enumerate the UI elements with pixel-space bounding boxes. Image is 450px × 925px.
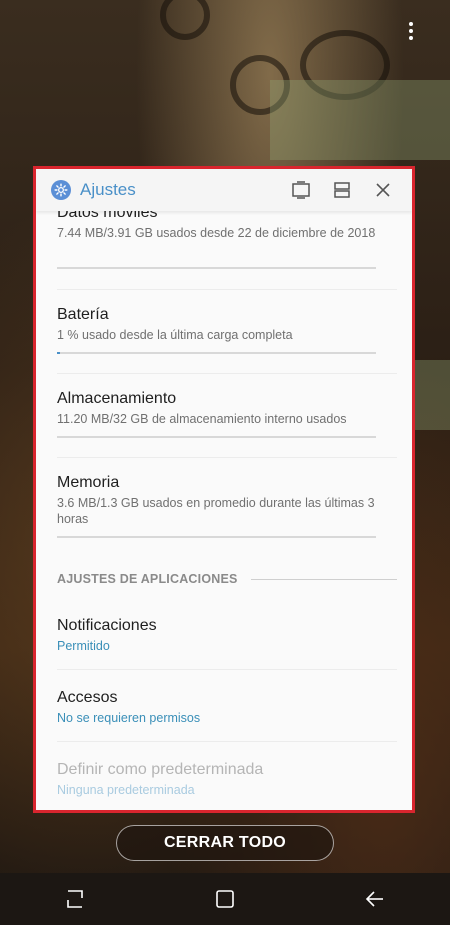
item-title: Accesos	[57, 689, 118, 706]
list-item-notifications[interactable]: Notificaciones Permitido	[57, 617, 376, 653]
divider	[57, 457, 397, 458]
close-icon	[376, 183, 390, 197]
split-screen-button[interactable]	[330, 178, 354, 202]
mobile-data-usage-bar	[57, 267, 376, 269]
wallpaper-ornament	[160, 0, 210, 40]
divider	[57, 289, 397, 290]
memory-usage-bar	[57, 536, 376, 538]
popup-view-icon	[292, 181, 310, 199]
item-title: Almacenamiento	[57, 390, 177, 407]
list-item-battery[interactable]: Batería 1 % usado desde la última carga …	[57, 306, 376, 343]
item-value: Ninguna predeterminada	[57, 783, 195, 797]
divider	[57, 669, 397, 670]
navigation-bar	[0, 873, 450, 925]
item-title: Batería	[57, 306, 109, 323]
back-button[interactable]	[360, 884, 390, 914]
item-subtitle: 3.6 MB/1.3 GB usados en promedio durante…	[57, 496, 375, 526]
wallpaper-panel	[415, 360, 450, 430]
item-title: Definir como predeterminada	[57, 761, 264, 778]
close-all-button[interactable]: CERRAR TODO	[116, 825, 334, 861]
item-title: Memoria	[57, 474, 120, 491]
recent-apps-button[interactable]	[60, 884, 90, 914]
settings-content: Datos móviles 7.44 MB/3.91 GB usados des…	[36, 204, 412, 810]
list-item-permissions[interactable]: Accesos No se requieren permisos	[57, 689, 376, 725]
popup-view-button[interactable]	[289, 178, 313, 202]
list-item-storage[interactable]: Almacenamiento 11.20 MB/32 GB de almacen…	[57, 390, 376, 427]
back-arrow-icon	[365, 891, 383, 907]
popup-title: Ajustes	[80, 180, 136, 199]
storage-usage-bar	[57, 436, 376, 438]
popup-header: Ajustes	[36, 169, 412, 211]
app-popup-window: Ajustes Datos móviles 7.44 MB/3.91 GB us…	[33, 166, 415, 813]
battery-usage-bar	[57, 352, 376, 354]
item-subtitle: 1 % usado desde la última carga completa	[57, 328, 293, 342]
list-item-memory[interactable]: Memoria 3.6 MB/1.3 GB usados en promedio…	[57, 474, 376, 527]
item-subtitle: 11.20 MB/32 GB de almacenamiento interno…	[57, 412, 347, 426]
close-popup-button[interactable]	[371, 178, 395, 202]
home-button[interactable]	[210, 884, 240, 914]
list-item-set-default: Definir como predeterminada Ninguna pred…	[57, 761, 376, 797]
section-divider	[251, 579, 397, 580]
home-icon	[216, 890, 234, 908]
item-title: Notificaciones	[57, 617, 157, 634]
more-options-icon[interactable]	[408, 22, 414, 40]
split-screen-icon	[334, 182, 350, 198]
section-header: AJUSTES DE APLICACIONES	[57, 572, 238, 586]
item-subtitle: 7.44 MB/3.91 GB usados desde 22 de dicie…	[57, 226, 376, 240]
wallpaper-panel	[270, 80, 450, 160]
battery-usage-fill	[57, 352, 61, 354]
divider	[57, 373, 397, 374]
item-value: Permitido	[57, 639, 110, 653]
item-value: No se requieren permisos	[57, 711, 201, 725]
gear-icon	[51, 180, 71, 200]
recent-apps-icon	[67, 890, 83, 908]
divider	[57, 741, 397, 742]
